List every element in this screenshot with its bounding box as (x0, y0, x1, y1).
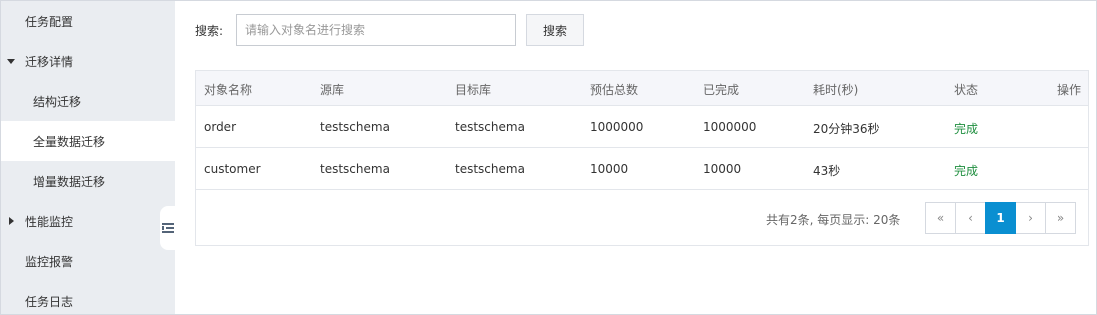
table-row: customer testschema testschema 10000 100… (196, 148, 1088, 190)
cell-source-db: testschema (320, 120, 390, 134)
column-header-completed: 已完成 (703, 83, 740, 97)
sidebar-item-monitoring-alerts[interactable]: 监控报警 (1, 241, 175, 281)
search-label: 搜索: (195, 24, 224, 38)
cell-target-db: testschema (455, 120, 525, 134)
search-button[interactable]: 搜索 (526, 14, 584, 46)
cell-estimated-total: 1000000 (590, 120, 644, 134)
migration-table: 对象名称 源库 目标库 预估总数 已完成 耗时(秒) 状态 操作 order t… (195, 70, 1089, 246)
sidebar-item-label: 全量数据迁移 (33, 134, 106, 149)
caret-right-icon (9, 217, 14, 225)
cell-object-name: order (204, 120, 236, 134)
sidebar-item-task-config[interactable]: 任务配置 (1, 1, 175, 41)
first-page-button[interactable]: « (925, 202, 956, 234)
sidebar-item-label: 增量数据迁移 (33, 174, 106, 189)
sidebar-item-migration-details[interactable]: 迁移详情 (1, 41, 175, 81)
cell-completed: 10000 (703, 162, 742, 176)
sidebar-item-schema-migration[interactable]: 结构迁移 (1, 81, 175, 121)
status-badge: 完成 (954, 122, 979, 136)
next-page-button[interactable]: › (1015, 202, 1046, 234)
sidebar: 任务配置 迁移详情 结构迁移 全量数据迁移 增量数据迁移 性能监控 监控报警 任… (1, 1, 175, 314)
column-header-actions: 操作 (1057, 83, 1082, 97)
column-header-status: 状态 (954, 83, 979, 97)
table-header: 对象名称 源库 目标库 预估总数 已完成 耗时(秒) 状态 操作 (196, 71, 1088, 106)
sidebar-item-label: 监控报警 (25, 254, 74, 269)
sidebar-item-label: 迁移详情 (25, 54, 74, 69)
cell-source-db: testschema (320, 162, 390, 176)
sidebar-item-label: 结构迁移 (33, 94, 82, 109)
caret-down-icon (7, 59, 15, 64)
menu-collapse-icon (162, 223, 174, 233)
column-header-source-db: 源库 (320, 83, 345, 97)
sidebar-collapse-button[interactable] (160, 206, 176, 250)
sidebar-item-task-logs[interactable]: 任务日志 (1, 281, 175, 315)
search-input[interactable] (236, 14, 516, 46)
status-badge: 完成 (954, 164, 979, 178)
cell-completed: 1000000 (703, 120, 757, 134)
pagination: « ‹ 1 › » (925, 202, 1076, 234)
prev-page-button[interactable]: ‹ (955, 202, 986, 234)
sidebar-item-performance-monitoring[interactable]: 性能监控 (1, 201, 175, 241)
table-row: order testschema testschema 1000000 1000… (196, 106, 1088, 148)
sidebar-item-label: 任务配置 (25, 14, 74, 29)
pagination-info: 共有2条, 每页显示: 20条 (766, 213, 901, 227)
page-number-button[interactable]: 1 (985, 202, 1016, 234)
cell-estimated-total: 10000 (590, 162, 629, 176)
column-header-elapsed-time: 耗时(秒) (813, 83, 859, 97)
cell-elapsed-time: 20分钟36秒 (813, 122, 880, 136)
cell-elapsed-time: 43秒 (813, 164, 841, 178)
column-header-estimated-total: 预估总数 (590, 83, 639, 97)
cell-target-db: testschema (455, 162, 525, 176)
sidebar-item-label: 性能监控 (25, 214, 74, 229)
sidebar-item-full-data-migration[interactable]: 全量数据迁移 (1, 121, 175, 161)
column-header-object-name: 对象名称 (204, 83, 253, 97)
sidebar-item-label: 任务日志 (25, 294, 74, 309)
cell-object-name: customer (204, 162, 261, 176)
column-header-target-db: 目标库 (455, 83, 492, 97)
sidebar-item-incremental-data-migration[interactable]: 增量数据迁移 (1, 161, 175, 201)
last-page-button[interactable]: » (1045, 202, 1076, 234)
main-content: 搜索: 搜索 对象名称 源库 目标库 预估总数 已完成 耗时(秒) 状态 操作 … (175, 1, 1096, 314)
